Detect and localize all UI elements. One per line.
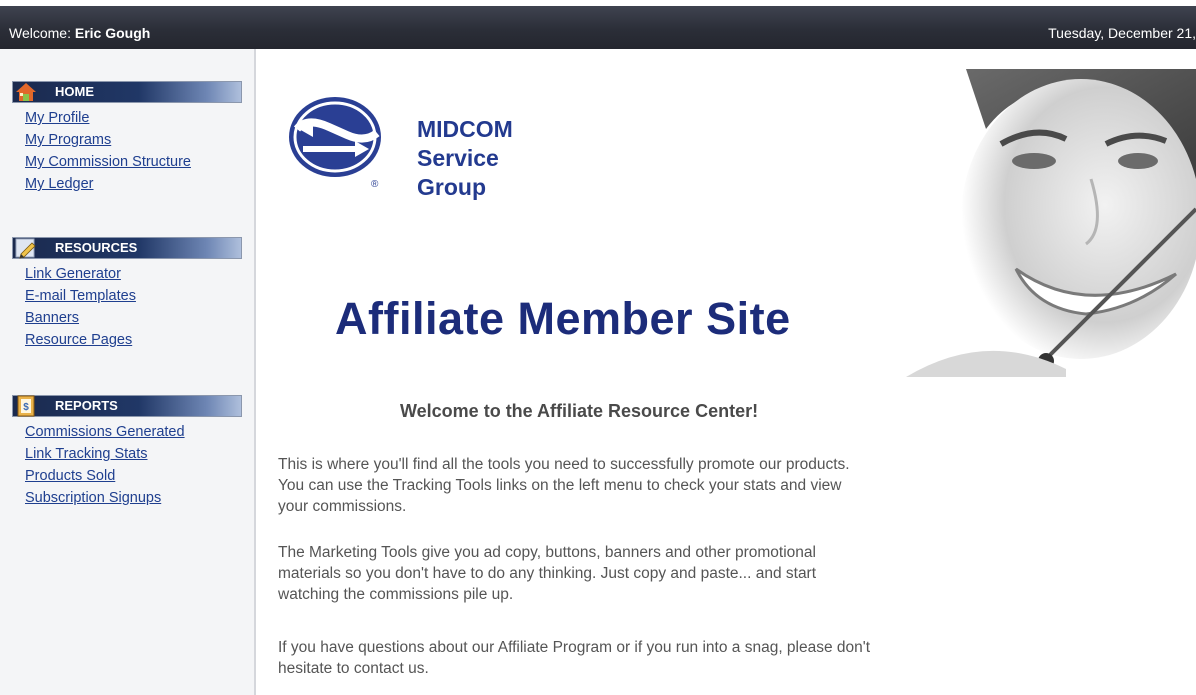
home-icon	[16, 83, 36, 101]
home-links: My Profile My Programs My Commission Str…	[12, 107, 244, 195]
welcome-title: Welcome to the Affiliate Resource Center…	[400, 401, 759, 421]
sidebar-section-resources: RESOURCES Link Generator E-mail Template…	[12, 237, 244, 351]
contact-line-2: hesitate to contact us.	[278, 660, 429, 677]
sidebar-item-my-ledger[interactable]: My Ledger	[25, 173, 244, 195]
report-icon: $	[17, 395, 35, 417]
sidebar-item-commissions-generated[interactable]: Commissions Generated	[25, 421, 244, 443]
sidebar-item-my-programs[interactable]: My Programs	[25, 129, 244, 151]
sidebar: HOME My Profile My Programs My Commissio…	[0, 49, 256, 695]
logo-line-2: Service	[417, 145, 499, 171]
sidebar-item-link-tracking-stats[interactable]: Link Tracking Stats	[25, 443, 244, 465]
marketing-line-1: The Marketing Tools give you ad copy, bu…	[278, 544, 816, 561]
section-header-resources: RESOURCES	[12, 237, 242, 259]
sidebar-section-home: HOME My Profile My Programs My Commissio…	[12, 81, 244, 195]
main-content: ® MIDCOM Service Group Affiliate Member …	[257, 49, 1196, 695]
user-name: Eric Gough	[74, 25, 151, 41]
welcome-label: Welcome:	[9, 25, 75, 41]
logo-text: MIDCOM Service Group	[417, 115, 513, 202]
contact-line-1: If you have questions about our Affiliat…	[278, 639, 871, 656]
logo-line-1: MIDCOM	[417, 116, 513, 142]
sidebar-item-email-templates[interactable]: E-mail Templates	[25, 285, 244, 307]
current-date: Tuesday, December 21,	[1048, 25, 1196, 41]
company-logo: ® MIDCOM Service Group	[287, 79, 547, 202]
top-bar: Welcome: Eric Gough Tuesday, December 21…	[0, 6, 1196, 49]
operator-photo	[906, 69, 1196, 377]
pencil-icon	[15, 238, 36, 259]
intro-line-2: You can use the Tracking Tools links on …	[278, 477, 842, 494]
resources-links: Link Generator E-mail Templates Banners …	[12, 263, 244, 351]
sidebar-item-subscription-signups[interactable]: Subscription Signups	[25, 487, 244, 509]
sidebar-item-my-commission-structure[interactable]: My Commission Structure	[25, 151, 244, 173]
intro-line-1: This is where you'll find all the tools …	[278, 456, 850, 473]
marketing-paragraph: The Marketing Tools give you ad copy, bu…	[278, 542, 968, 605]
section-header-home: HOME	[12, 81, 242, 103]
sidebar-item-my-profile[interactable]: My Profile	[25, 107, 244, 129]
section-header-reports: $ REPORTS	[12, 395, 242, 417]
sidebar-item-banners[interactable]: Banners	[25, 307, 244, 329]
sidebar-item-products-sold[interactable]: Products Sold	[25, 465, 244, 487]
intro-line-3: your commissions.	[278, 498, 407, 515]
svg-text:$: $	[23, 402, 29, 413]
section-title-resources: RESOURCES	[55, 240, 138, 255]
sidebar-section-reports: $ REPORTS Commissions Generated Link Tra…	[12, 395, 244, 509]
logo-arrows-icon: ®	[289, 97, 381, 189]
marketing-line-2: materials so you don't have to do any th…	[278, 565, 817, 582]
section-title-reports: REPORTS	[55, 398, 118, 413]
sidebar-item-resource-pages[interactable]: Resource Pages	[25, 329, 244, 351]
logo-line-3: Group	[417, 174, 486, 200]
section-title-home: HOME	[55, 84, 94, 99]
marketing-line-3: watching the commissions pile up.	[278, 586, 514, 603]
registered-mark: ®	[371, 179, 379, 189]
welcome-message: Welcome: Eric Gough	[9, 25, 150, 41]
sidebar-item-link-generator[interactable]: Link Generator	[25, 263, 244, 285]
page-headline: Affiliate Member Site	[335, 293, 791, 344]
intro-paragraph: This is where you'll find all the tools …	[278, 454, 968, 517]
reports-links: Commissions Generated Link Tracking Stat…	[12, 421, 244, 509]
contact-paragraph: If you have questions about our Affiliat…	[278, 637, 968, 679]
